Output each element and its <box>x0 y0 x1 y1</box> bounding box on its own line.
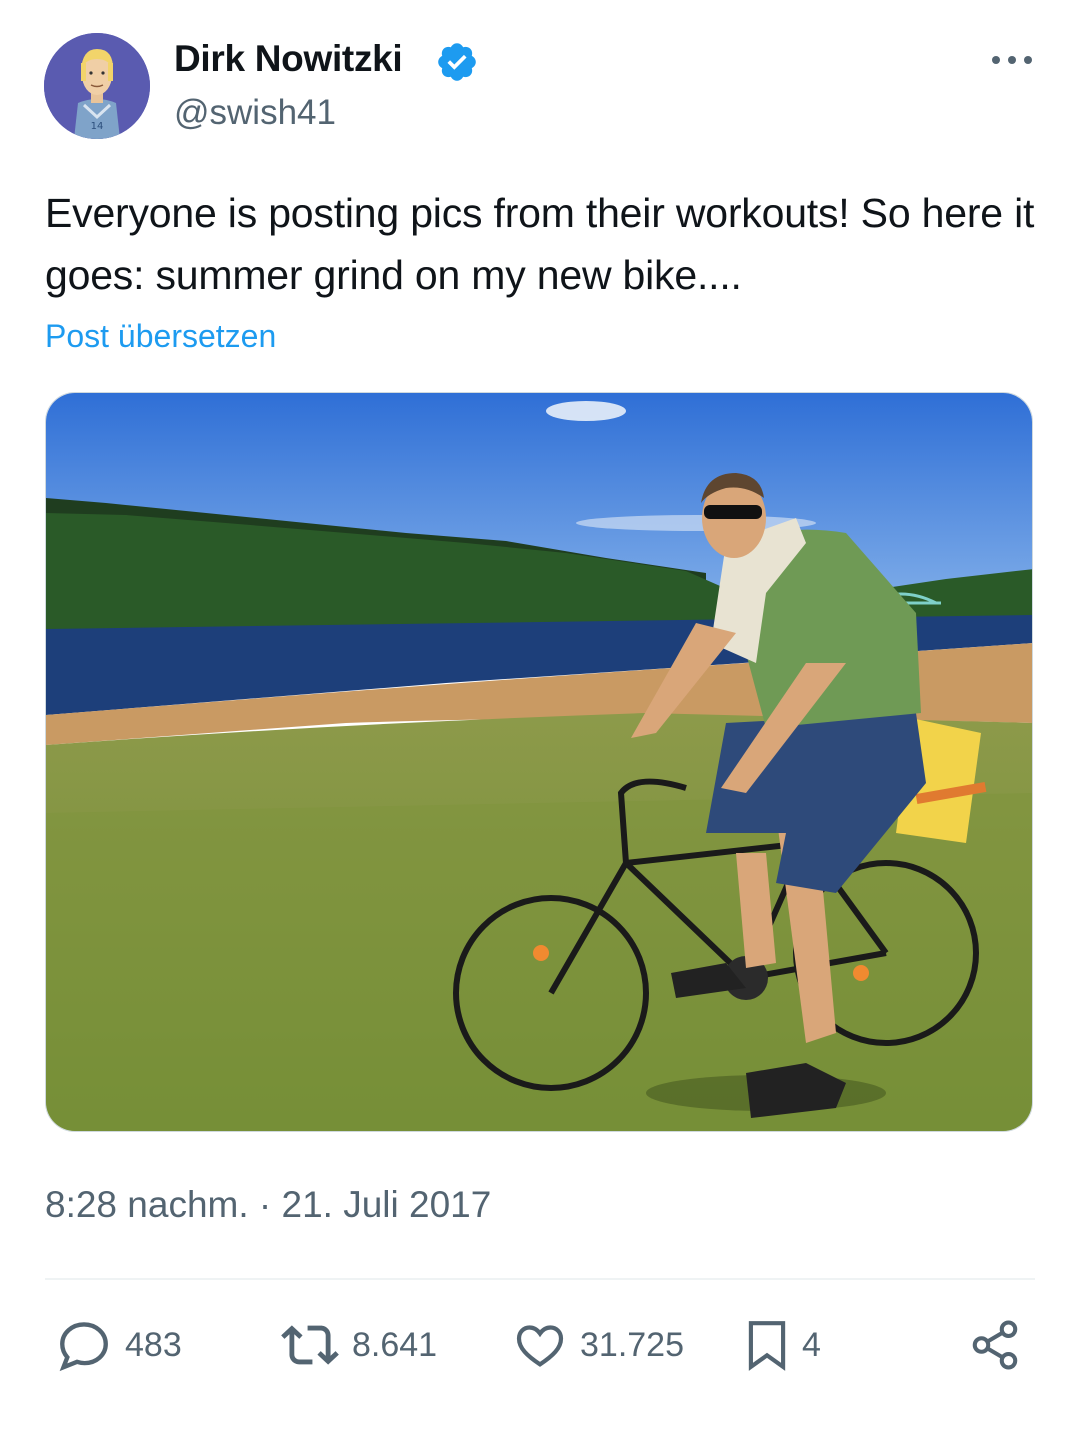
author-handle[interactable]: @swish41 <box>174 93 336 133</box>
reply-count: 483 <box>125 1325 182 1364</box>
verified-badge-icon[interactable] <box>435 40 479 84</box>
action-bar: 483 8.641 31.725 4 <box>0 1310 1065 1380</box>
post-text: Everyone is posting pics from their work… <box>45 190 1035 298</box>
bookmark-button[interactable]: 4 <box>744 1310 821 1380</box>
repost-button[interactable]: 8.641 <box>280 1310 437 1380</box>
svg-text:14: 14 <box>91 121 104 132</box>
repost-count: 8.641 <box>352 1325 438 1364</box>
bookmark-count: 4 <box>802 1325 821 1364</box>
like-count: 31.725 <box>580 1325 684 1364</box>
bookmark-icon <box>744 1316 790 1374</box>
reply-button[interactable]: 483 <box>55 1310 182 1380</box>
share-button[interactable] <box>968 1310 1022 1380</box>
post-timestamp[interactable]: 8:28 nachm. · 21. Juli 2017 <box>45 1184 491 1226</box>
post-photo[interactable] <box>45 392 1033 1132</box>
share-icon <box>968 1318 1022 1372</box>
author-display-name[interactable]: Dirk Nowitzki <box>174 38 403 80</box>
translate-post-link[interactable]: Post übersetzen <box>45 318 276 355</box>
divider <box>45 1278 1035 1280</box>
like-button[interactable]: 31.725 <box>512 1310 684 1380</box>
heart-icon <box>512 1317 568 1373</box>
avatar[interactable]: 14 <box>44 33 150 139</box>
repost-icon <box>280 1316 340 1374</box>
reply-icon <box>55 1316 113 1374</box>
more-options-icon[interactable] <box>988 44 1036 76</box>
